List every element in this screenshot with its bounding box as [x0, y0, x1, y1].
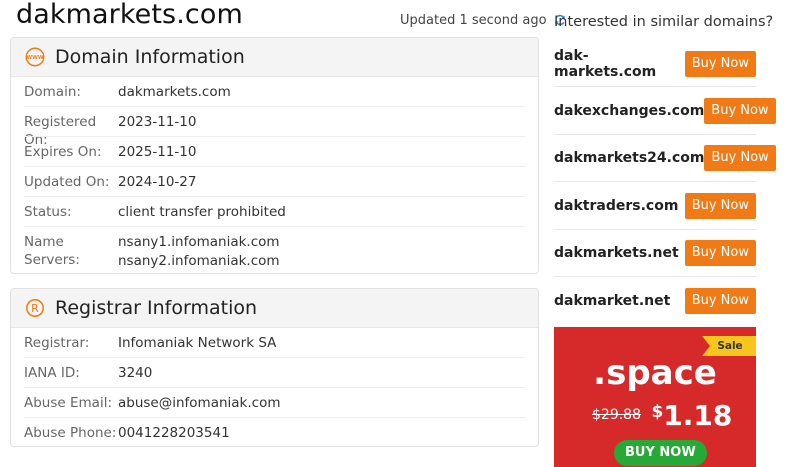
promo-extension: .space — [593, 353, 717, 393]
info-row: Domain: dakmarkets.com — [11, 77, 538, 107]
registrar-info-header: R Registrar Information — [11, 289, 538, 328]
similar-domain-name[interactable]: dakmarkets24.com — [554, 150, 704, 166]
registrar-info-title: Registrar Information — [55, 297, 258, 319]
list-item: dakmarket.net Buy Now — [554, 277, 756, 324]
info-value: 3240 — [118, 365, 153, 381]
list-item: dakexchanges.com Buy Now — [554, 87, 776, 136]
info-row: IANA ID: 3240 — [11, 358, 538, 388]
info-value: dakmarkets.com — [118, 84, 231, 100]
buy-now-button[interactable]: Buy Now — [684, 287, 756, 314]
info-row: Registrar: Infomaniak Network SA — [11, 328, 538, 358]
info-value: 2023-11-10 — [118, 114, 197, 130]
updated-text: Updated 1 second ago — [400, 13, 547, 28]
info-value: client transfer prohibited — [118, 204, 286, 220]
promo-banner[interactable]: Sale .space $29.88 $1.18 BUY NOW — [554, 327, 756, 467]
info-value: 0041228203541 — [118, 425, 230, 441]
registrar-info-card: R Registrar Information Registrar: Infom… — [10, 288, 539, 447]
info-row: Registered On: 2023-11-10 — [11, 107, 538, 148]
info-row: Expires On: 2025-11-10 — [11, 137, 538, 167]
similar-domain-name[interactable]: dakmarkets.net — [554, 245, 679, 261]
info-label: IANA ID: — [24, 365, 80, 381]
list-item: dak-markets.com Buy Now — [554, 40, 756, 88]
info-value: 2024-10-27 — [118, 174, 197, 190]
domain-info-title: Domain Information — [55, 46, 245, 68]
name-server: nsany1.infomaniak.com — [118, 234, 280, 250]
info-label: Status: — [24, 204, 72, 220]
buy-now-button[interactable]: Buy Now — [684, 240, 756, 267]
info-row: Name Servers: nsany1.infomaniak.com nsan… — [11, 227, 538, 269]
info-row: Status: client transfer prohibited — [11, 197, 538, 227]
info-label: Expires On: — [24, 144, 102, 160]
info-label: Registrar: — [24, 335, 90, 351]
info-label: Name Servers: — [24, 234, 80, 268]
list-item: dakmarkets.net Buy Now — [554, 230, 756, 278]
promo-prices: $29.88 $1.18 — [592, 399, 732, 432]
svg-text:R: R — [31, 302, 39, 315]
info-value: Infomaniak Network SA — [118, 335, 277, 351]
new-price-value: 1.18 — [663, 399, 733, 432]
info-label: Updated On: — [24, 174, 110, 190]
registered-icon: R — [24, 297, 46, 319]
info-row: Abuse Email: abuse@infomaniak.com — [11, 388, 538, 418]
www-icon: WWW — [24, 46, 46, 68]
info-value: abuse@infomaniak.com — [118, 395, 281, 411]
list-item: daktraders.com Buy Now — [554, 182, 756, 230]
buy-now-button[interactable]: Buy Now — [684, 192, 756, 219]
name-servers: nsany1.infomaniak.com nsany2.infomaniak.… — [118, 233, 280, 271]
similar-domain-name[interactable]: dakexchanges.com — [554, 103, 704, 119]
updated-status: Updated 1 second ago — [400, 13, 566, 30]
list-item: dakmarkets24.com Buy Now — [554, 135, 776, 183]
similar-domain-name[interactable]: daktraders.com — [554, 198, 678, 214]
info-label: Domain: — [24, 84, 81, 100]
info-label: Abuse Phone: — [24, 425, 117, 441]
similar-domains-heading: Interested in similar domains? — [554, 14, 774, 30]
domain-info-header: WWW Domain Information — [11, 38, 538, 77]
svg-text:WWW: WWW — [26, 55, 43, 61]
similar-domain-name[interactable]: dak-markets.com — [554, 48, 685, 80]
currency-symbol: $ — [651, 402, 664, 422]
info-label: Abuse Email: — [24, 395, 112, 411]
info-row: Updated On: 2024-10-27 — [11, 167, 538, 197]
info-row: Abuse Phone: 0041228203541 — [11, 418, 538, 446]
info-value: 2025-11-10 — [118, 144, 197, 160]
old-price: $29.88 — [592, 407, 641, 423]
name-server: nsany2.infomaniak.com — [118, 253, 280, 269]
buy-now-button[interactable]: Buy Now — [684, 50, 756, 77]
site-title: dakmarkets.com — [16, 0, 243, 30]
domain-info-card: WWW Domain Information Domain: dakmarket… — [10, 37, 539, 274]
similar-domain-name[interactable]: dakmarket.net — [554, 293, 670, 309]
buy-now-button[interactable]: Buy Now — [704, 145, 776, 172]
similar-domains-list: dak-markets.com Buy Now dakexchanges.com… — [554, 40, 776, 324]
new-price: $1.18 — [651, 399, 732, 432]
buy-now-button[interactable]: Buy Now — [704, 98, 776, 125]
promo-buy-now-button[interactable]: BUY NOW — [614, 440, 707, 466]
